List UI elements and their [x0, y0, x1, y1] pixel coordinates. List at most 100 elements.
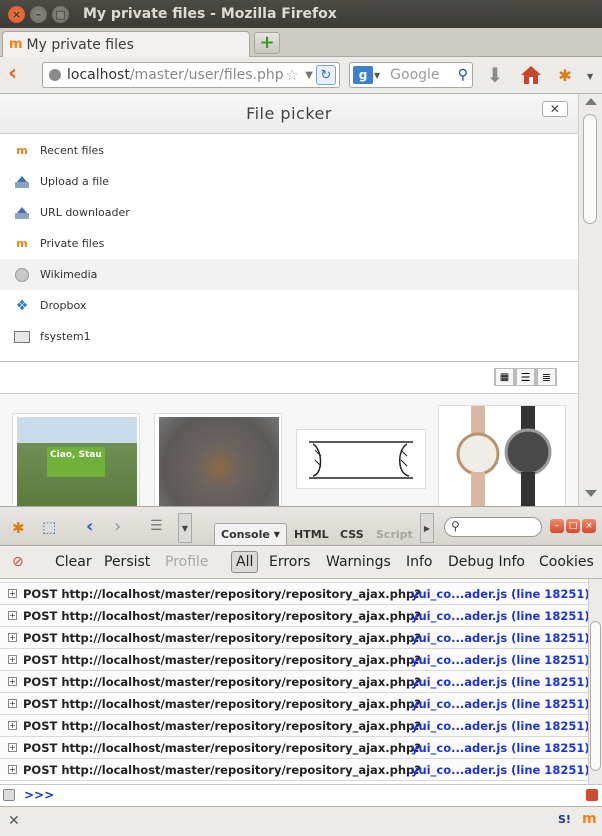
panel-dropdown-icon[interactable]: ▼ — [178, 513, 192, 543]
expand-icon[interactable]: + — [8, 633, 17, 642]
panel-list-icon[interactable]: ☰ — [150, 518, 163, 534]
list-view-button[interactable]: ☰ — [515, 368, 536, 386]
url-bar[interactable]: localhost/master/user/files.php ☆ ▼ ↻ — [42, 62, 340, 88]
home-icon[interactable] — [519, 63, 543, 87]
expand-icon[interactable]: + — [8, 677, 17, 686]
dropdown-icon[interactable]: ▼ — [305, 70, 313, 81]
console-scrollbar[interactable] — [588, 579, 602, 784]
filter-all-button[interactable]: All — [231, 551, 259, 573]
repository-item-url-downloader[interactable]: URL downloader — [0, 197, 578, 228]
back-arrow-icon[interactable]: ‹ — [8, 63, 30, 85]
firebug-search-input[interactable]: ⚲ — [444, 517, 542, 537]
scroll-down-arrow-icon[interactable] — [585, 490, 597, 497]
file-thumbnail[interactable] — [296, 429, 426, 489]
tab-html[interactable]: HTML — [294, 523, 329, 545]
log-source-link[interactable]: yui_co...ader.js (line 18251) — [411, 631, 588, 645]
profile-button[interactable]: Profile — [165, 554, 209, 570]
command-editor-icon[interactable] — [3, 789, 15, 801]
detach-firebug-icon[interactable]: □ — [566, 519, 580, 533]
repository-item-recent-files[interactable]: m Recent files — [0, 135, 578, 166]
clear-button[interactable]: Clear — [55, 554, 92, 570]
icon-view-button[interactable]: ▦ — [494, 368, 515, 386]
search-box[interactable]: g ▼ Google ⚲ — [349, 62, 473, 88]
persist-button[interactable]: Persist — [104, 554, 150, 570]
filter-cookies-button[interactable]: Cookies — [539, 554, 594, 570]
tree-view-button[interactable]: ≣ — [536, 368, 557, 386]
log-row[interactable]: + POST http://localhost/master/repository… — [0, 649, 588, 671]
tab-css[interactable]: CSS — [340, 523, 364, 545]
repository-item-upload-a-file[interactable]: Upload a file — [0, 166, 578, 197]
inspect-element-icon[interactable]: ⬚ — [42, 518, 56, 536]
maximize-window-button[interactable]: □ — [52, 5, 69, 23]
log-row[interactable]: + POST http://localhost/master/repository… — [0, 671, 588, 693]
close-addon-bar-icon[interactable]: ✕ — [8, 813, 20, 829]
new-tab-button[interactable]: + — [254, 32, 280, 54]
log-source-link[interactable]: yui_co...ader.js (line 18251) — [411, 653, 588, 667]
expand-icon[interactable]: + — [8, 611, 17, 620]
expand-icon[interactable]: + — [8, 655, 17, 664]
expand-icon[interactable]: + — [8, 589, 17, 598]
log-row[interactable]: + POST http://localhost/master/repository… — [0, 715, 588, 737]
repository-item-wikimedia[interactable]: Wikimedia — [0, 259, 578, 290]
log-row[interactable]: + POST http://localhost/master/repository… — [0, 605, 588, 627]
file-thumbnail[interactable]: Ciao, Stau — [12, 413, 140, 506]
search-icon[interactable]: ⚲ — [458, 67, 468, 83]
tab-script[interactable]: Script — [376, 523, 413, 545]
expand-icon[interactable]: + — [8, 721, 17, 730]
log-row[interactable]: + POST http://localhost/master/repository… — [0, 583, 588, 605]
log-row[interactable]: + POST http://localhost/master/repository… — [0, 627, 588, 649]
repository-item-dropbox[interactable]: ❖ Dropbox — [0, 290, 578, 321]
firebug-icon[interactable]: ✱ — [553, 63, 577, 87]
log-source-link[interactable]: yui_co...ader.js (line 18251) — [411, 697, 588, 711]
filter-errors-button[interactable]: Errors — [269, 554, 310, 570]
log-source-link[interactable]: yui_co...ader.js (line 18251) — [411, 587, 588, 601]
expand-command-icon[interactable] — [586, 789, 598, 801]
scroll-up-arrow-icon[interactable] — [585, 98, 597, 105]
tabs-overflow-icon[interactable]: ▶ — [420, 513, 434, 543]
google-engine-icon[interactable]: g — [353, 66, 373, 84]
bookmark-star-icon[interactable]: ☆ — [286, 66, 299, 84]
console-scrollbar-thumb[interactable] — [590, 621, 601, 771]
file-thumbnail[interactable] — [438, 405, 566, 506]
downloads-icon[interactable]: ⬇ — [483, 63, 507, 87]
log-source-link[interactable]: yui_co...ader.js (line 18251) — [411, 675, 588, 689]
filter-info-button[interactable]: Info — [406, 554, 433, 570]
repository-item-fsystem1[interactable]: fsystem1 — [0, 321, 578, 352]
minimize-window-button[interactable]: – — [30, 5, 47, 23]
firebug-menu-icon[interactable]: ✱ — [12, 519, 25, 537]
close-window-button[interactable]: × — [8, 5, 25, 23]
yslow-icon[interactable]: S! — [558, 813, 571, 826]
forward-icon[interactable]: › — [114, 516, 121, 537]
page-scrollbar[interactable] — [578, 94, 602, 506]
thumbnail-drawing — [299, 432, 423, 486]
file-thumbnail[interactable] — [154, 413, 282, 506]
minimize-firebug-icon[interactable]: – — [550, 519, 564, 533]
reload-icon[interactable]: ↻ — [316, 65, 336, 85]
tab-my-private-files[interactable]: m My private files — [2, 31, 250, 57]
log-request: POST http://localhost/master/repository/… — [23, 608, 421, 623]
log-row[interactable]: + POST http://localhost/master/repository… — [0, 693, 588, 715]
log-source-link[interactable]: yui_co...ader.js (line 18251) — [411, 609, 588, 623]
log-row[interactable]: + POST http://localhost/master/repository… — [0, 737, 588, 759]
log-source-link[interactable]: yui_co...ader.js (line 18251) — [411, 741, 588, 755]
page-scrollbar-thumb[interactable] — [583, 114, 597, 224]
log-source-link[interactable]: yui_co...ader.js (line 18251) — [411, 763, 588, 777]
close-firebug-icon[interactable]: × — [582, 519, 596, 533]
back-icon[interactable]: ‹ — [86, 516, 93, 537]
url-path: /master/user/files.php — [129, 67, 284, 83]
expand-icon[interactable]: + — [8, 743, 17, 752]
repository-item-private-files[interactable]: m Private files — [0, 228, 578, 259]
clear-console-icon[interactable]: ⊘ — [12, 554, 24, 570]
filter-warnings-button[interactable]: Warnings — [326, 554, 391, 570]
expand-icon[interactable]: + — [8, 699, 17, 708]
expand-icon[interactable]: + — [8, 765, 17, 774]
moodle-icon[interactable]: m — [582, 811, 597, 827]
log-source-link[interactable]: yui_co...ader.js (line 18251) — [411, 719, 588, 733]
search-input[interactable]: Google — [390, 67, 439, 83]
menu-chevron-icon[interactable]: ▼ — [587, 72, 593, 81]
file-picker-close-button[interactable]: ✕ — [542, 101, 568, 117]
log-row[interactable]: + POST http://localhost/master/repository… — [0, 759, 588, 781]
command-line[interactable]: >>> — [0, 784, 602, 806]
filter-debug-info-button[interactable]: Debug Info — [448, 554, 525, 570]
tab-console[interactable]: Console ▼ — [214, 523, 287, 545]
